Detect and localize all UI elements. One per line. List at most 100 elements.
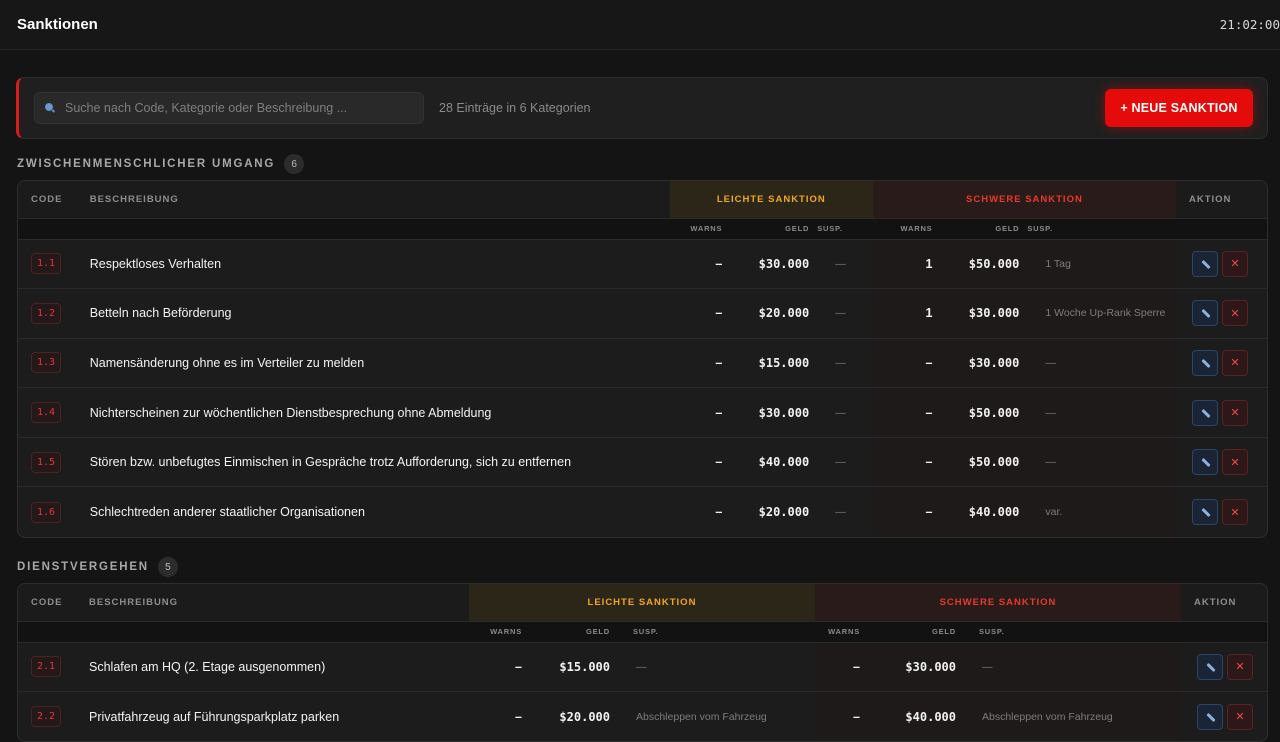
row-description: Betteln nach Beförderung	[89, 288, 670, 339]
search-input[interactable]	[65, 101, 405, 115]
light-warns: –	[669, 239, 723, 290]
heavy-susp: —	[956, 642, 1181, 693]
heavy-warns: –	[872, 387, 933, 438]
heavy-geld: $40.000	[932, 486, 1020, 537]
light-warns: –	[715, 505, 723, 520]
delete-button[interactable]: ✕	[1221, 399, 1248, 426]
light-susp: Abschleppen vom Fahrzeug	[636, 710, 767, 723]
search-icon	[45, 103, 55, 113]
code-badge: 1.6	[31, 501, 62, 523]
table-row: 1.2 Betteln nach Beförderung – $20.000 —…	[18, 288, 1267, 339]
light-warns: –	[669, 338, 723, 389]
table-row: 2.2 Privatfahrzeug auf Führungsparkplatz…	[18, 691, 1267, 742]
edit-button[interactable]	[1191, 300, 1218, 327]
edit-button[interactable]	[1197, 703, 1223, 730]
delete-button[interactable]: ✕	[1227, 653, 1253, 680]
pencil-icon	[1201, 309, 1211, 319]
delete-button[interactable]: ✕	[1221, 300, 1248, 327]
delete-button[interactable]: ✕	[1221, 499, 1248, 526]
col-light-susp: SUSP.	[809, 218, 873, 240]
row-description: Namensänderung ohne es im Verteiler zu m…	[89, 338, 670, 389]
col-action: AKTION	[1175, 181, 1267, 219]
row-actions: ✕	[1175, 437, 1267, 488]
pencil-icon	[1206, 712, 1216, 722]
clock: 21:02:00	[1219, 17, 1280, 32]
code-badge: 2.2	[31, 706, 62, 728]
section-count-badge: 6	[284, 154, 305, 174]
code-badge: 1.5	[31, 451, 62, 473]
search-box[interactable]	[34, 92, 424, 124]
light-susp: —	[809, 437, 873, 488]
light-geld: $20.000	[559, 709, 610, 724]
edit-button[interactable]	[1191, 399, 1218, 426]
pencil-icon	[1201, 408, 1211, 418]
row-actions: ✕	[1181, 692, 1267, 742]
delete-button[interactable]: ✕	[1221, 449, 1248, 476]
pencil-icon	[1206, 662, 1216, 672]
col-heavy-warns: WARNS	[815, 621, 860, 643]
row-actions: ✕	[1175, 239, 1267, 290]
close-icon: ✕	[1230, 456, 1240, 469]
edit-button[interactable]	[1191, 349, 1218, 376]
col-light-warns: WARNS	[469, 621, 522, 643]
close-icon: ✕	[1230, 258, 1240, 271]
heavy-geld: $30.000	[860, 642, 956, 693]
sanctions-table: CODE BESCHREIBUNG LEICHTE SANKTION SCHWE…	[17, 180, 1268, 538]
light-warns: –	[669, 437, 723, 488]
col-heavy-susp: SUSP.	[956, 621, 1181, 643]
row-description: Schlechtreden anderer staatlicher Organi…	[89, 505, 365, 520]
heavy-susp: 1 Tag	[1019, 239, 1176, 290]
section-title: DIENSTVERGEHEN	[17, 561, 149, 573]
heavy-geld: $30.000	[932, 288, 1020, 339]
edit-button[interactable]	[1191, 449, 1218, 476]
table-row: 1.4 Nichterscheinen zur wöchentlichen Di…	[18, 387, 1267, 438]
section-header: DIENSTVERGEHEN 5	[17, 557, 1268, 577]
table-row: 1.1 Respektloses Verhalten – $30.000 — 1…	[18, 239, 1267, 290]
pencil-icon	[1201, 458, 1211, 468]
close-icon: ✕	[1230, 307, 1240, 320]
col-heavy-susp: SUSP.	[1019, 218, 1176, 240]
sanctions-table: CODE BESCHREIBUNG LEICHTE SANKTION SCHWE…	[17, 583, 1268, 742]
close-icon: ✕	[1230, 407, 1240, 420]
section-count-badge: 5	[157, 557, 178, 577]
row-actions: ✕	[1175, 387, 1267, 438]
section-header: ZWISCHENMENSCHLICHER UMGANG 6	[17, 154, 1268, 174]
page-title: Sanktionen	[17, 16, 98, 33]
col-description: BESCHREIBUNG	[89, 584, 469, 622]
heavy-geld: $50.000	[932, 239, 1020, 290]
row-description: Nichterscheinen zur wöchentlichen Dienst…	[89, 387, 670, 438]
new-sanction-button[interactable]: + NEUE SANKTION	[1105, 89, 1253, 127]
col-code: CODE	[18, 181, 90, 219]
delete-button[interactable]: ✕	[1221, 250, 1248, 277]
toolbar: 28 Einträge in 6 Kategorien + NEUE SANKT…	[16, 77, 1268, 139]
heavy-warns: –	[872, 486, 933, 537]
light-geld: $15.000	[722, 338, 810, 389]
col-heavy-sanction: SCHWERE SANKTION	[815, 584, 1181, 622]
light-warns: –	[469, 642, 522, 693]
light-geld: $15.000	[522, 642, 610, 693]
entry-count: 28 Einträge in 6 Kategorien	[439, 101, 591, 115]
heavy-susp: —	[1019, 437, 1176, 488]
light-geld: $30.000	[722, 387, 810, 438]
heavy-geld: $30.000	[932, 338, 1020, 389]
section-title: ZWISCHENMENSCHLICHER UMGANG	[17, 158, 276, 170]
edit-button[interactable]	[1197, 653, 1223, 680]
light-susp: —	[809, 387, 873, 438]
col-code: CODE	[18, 584, 89, 622]
pencil-icon	[1201, 358, 1211, 369]
light-geld: $20.000	[758, 505, 810, 520]
light-warns: –	[669, 387, 723, 438]
light-susp: —	[809, 338, 873, 389]
col-light-geld: GELD	[522, 621, 610, 643]
light-warns: –	[669, 288, 723, 339]
delete-button[interactable]: ✕	[1227, 703, 1253, 730]
pencil-icon	[1201, 507, 1211, 518]
row-actions: ✕	[1175, 338, 1267, 389]
light-geld: $40.000	[722, 437, 810, 488]
heavy-warns: –	[872, 338, 933, 389]
delete-button[interactable]: ✕	[1221, 349, 1248, 376]
code-badge: 2.1	[31, 656, 62, 678]
edit-button[interactable]	[1191, 250, 1218, 277]
table-row: 1.6 Schlechtreden anderer staatlicher Or…	[18, 486, 1267, 537]
edit-button[interactable]	[1191, 499, 1218, 526]
